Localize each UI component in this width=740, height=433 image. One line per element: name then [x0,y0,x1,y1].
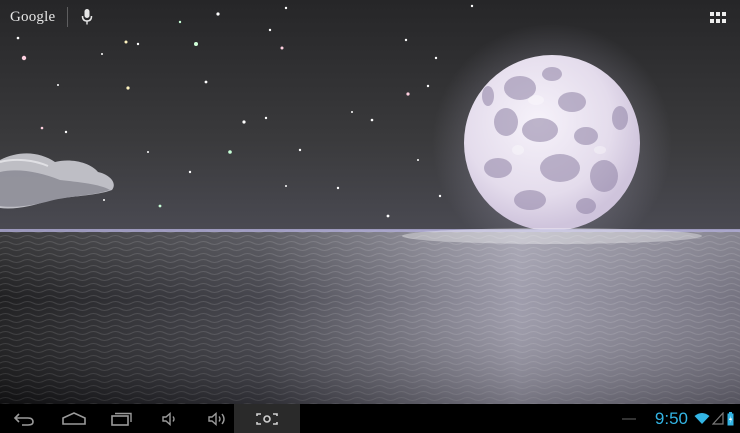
microphone-icon[interactable] [80,7,94,27]
wallpaper-scene [0,0,740,404]
notification-placeholder [622,418,636,420]
search-divider [67,7,69,27]
status-area[interactable]: 9:50 [655,404,734,433]
sea [0,228,740,404]
back-arrow-icon[interactable] [10,404,38,433]
volume-down-icon[interactable] [158,404,182,433]
google-logo[interactable]: Google [10,9,55,26]
clock[interactable]: 9:50 [655,409,688,429]
battery-charging-icon [727,411,734,426]
google-search-bar[interactable]: Google [10,6,94,28]
wifi-icon [694,412,710,425]
volume-up-icon[interactable] [205,404,231,433]
signal-icon [712,412,724,425]
live-wallpaper [0,0,740,404]
screenshot-icon[interactable] [234,404,300,433]
all-apps-grid-icon[interactable] [710,11,726,23]
recent-apps-icon[interactable] [108,404,136,433]
moon [464,55,640,231]
home-icon[interactable] [58,404,90,433]
